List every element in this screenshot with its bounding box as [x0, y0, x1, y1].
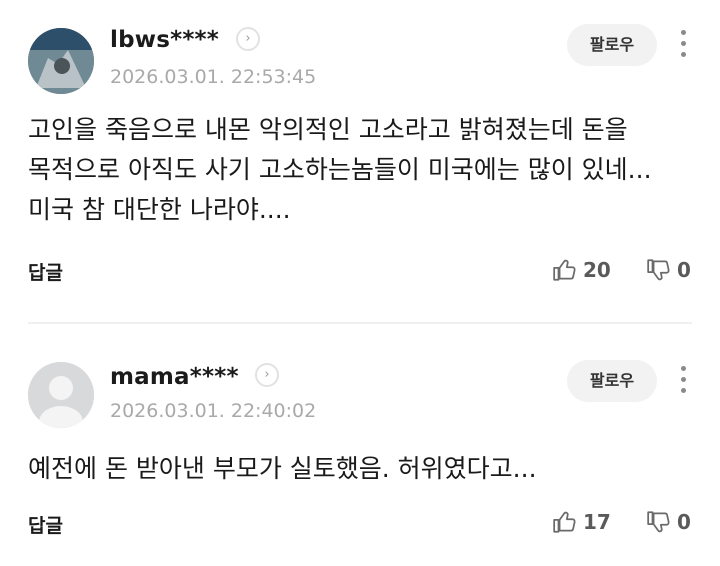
dislike-button[interactable]: 0 [646, 255, 691, 285]
username[interactable]: lbws**** [110, 27, 219, 53]
comment-text: 고인을 죽음으로 내몬 악의적인 고소라고 밝혀졌는데 돈을 목적으로 아직도 … [28, 115, 652, 224]
thumbs-up-icon [553, 511, 576, 533]
avatar[interactable] [28, 362, 94, 428]
thumbs-up-icon [553, 259, 576, 281]
dislike-count: 0 [677, 510, 691, 534]
profile-photo-icon [28, 28, 94, 94]
like-count: 17 [583, 510, 611, 534]
like-button[interactable]: 20 [552, 255, 611, 285]
like-button[interactable]: 17 [552, 507, 611, 537]
timestamp: 2026.03.01. 22:53:45 [110, 66, 317, 88]
chevron-right-icon[interactable]: › [255, 363, 279, 387]
thumbs-down-icon [647, 511, 670, 533]
chevron-right-icon[interactable]: › [236, 27, 260, 51]
dislike-count: 0 [677, 258, 691, 282]
username[interactable]: mama**** [110, 364, 239, 390]
dislike-button[interactable]: 0 [646, 507, 691, 537]
more-vertical-icon[interactable] [676, 366, 690, 396]
comment-text: 예전에 돈 받아낸 부모가 실토했음. 허위였다고... [28, 454, 537, 483]
thumbs-down-icon [647, 259, 670, 281]
default-user-icon [28, 362, 94, 428]
follow-button[interactable]: 팔로우 [567, 24, 657, 66]
comment-item: mama**** › 2026.03.01. 22:40:02 팔로우 예전에 … [0, 324, 720, 566]
avatar[interactable] [28, 28, 94, 94]
reply-button[interactable]: 답글 [28, 258, 63, 285]
reply-button[interactable]: 답글 [28, 511, 63, 538]
comment-item: lbws**** › 2026.03.01. 22:53:45 팔로우 고인을 … [0, 0, 720, 322]
like-count: 20 [583, 258, 611, 282]
more-vertical-icon[interactable] [676, 30, 690, 60]
follow-button[interactable]: 팔로우 [567, 360, 657, 402]
timestamp: 2026.03.01. 22:40:02 [110, 400, 317, 422]
